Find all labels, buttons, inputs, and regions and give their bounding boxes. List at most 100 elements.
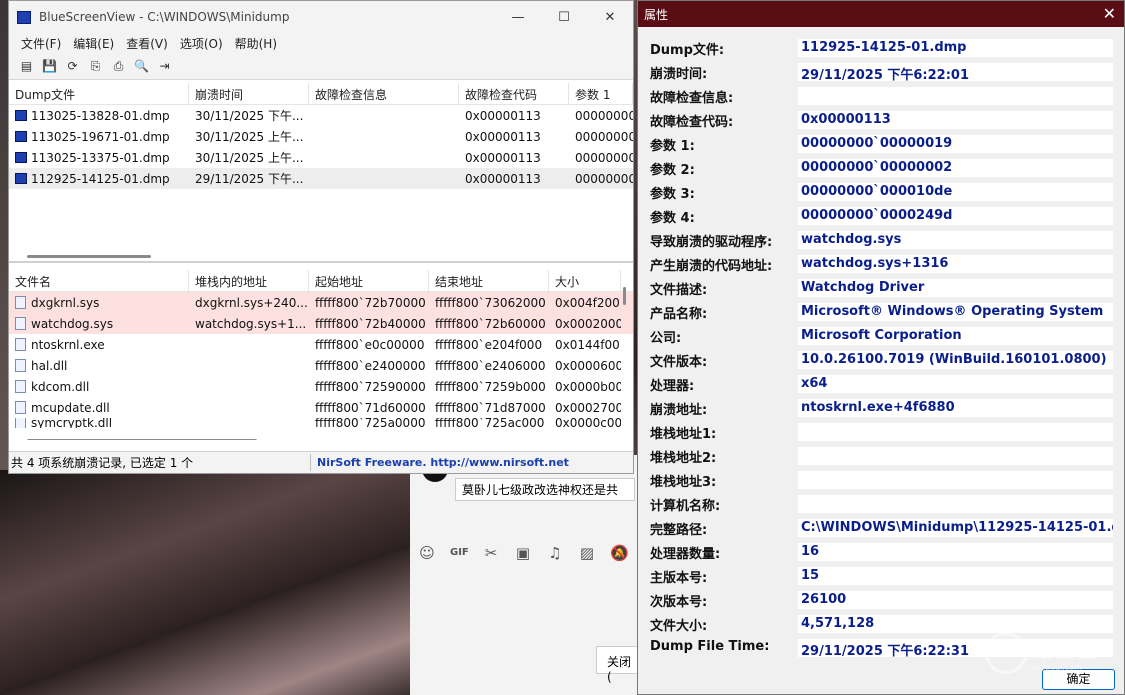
end-address: fffff800`71d87000	[435, 400, 546, 415]
properties-title-bar: 属性 ✕	[638, 1, 1124, 27]
table-row[interactable]: 113025-19671-01.dmp 30/11/2025 上午... 0x0…	[9, 126, 633, 147]
property-value-field[interactable]: Watchdog Driver	[798, 279, 1113, 297]
property-label: 文件大小:	[650, 619, 708, 634]
table-row[interactable]: mcupdate.dll fffff800`71d60000 fffff800`…	[9, 397, 633, 418]
crash-time: 30/11/2025 下午...	[195, 109, 304, 123]
close-button[interactable]: ✕	[587, 1, 633, 33]
end-address: fffff800`725ac000	[435, 418, 545, 428]
properties-icon[interactable]: ▤	[17, 57, 36, 76]
property-value-field[interactable]: 00000000`00000019	[798, 135, 1113, 153]
property-value-field[interactable]	[798, 471, 1113, 489]
table-row[interactable]: 113025-13828-01.dmp 30/11/2025 下午... 0x0…	[9, 105, 633, 126]
table-row-highlighted[interactable]: watchdog.sys watchdog.sys+1... fffff800`…	[9, 313, 633, 334]
driver-filename: dxgkrnl.sys	[31, 295, 100, 310]
dump-filename: 113025-13375-01.dmp	[31, 150, 170, 165]
image-icon[interactable]: ▨	[578, 544, 596, 562]
maximize-button[interactable]: ☐	[541, 1, 587, 33]
property-value-field[interactable]: Microsoft Corporation	[798, 327, 1113, 345]
property-value-field[interactable]: watchdog.sys+1316	[798, 255, 1113, 273]
property-value-field[interactable]: 00000000`0000249d	[798, 207, 1113, 225]
property-value-field[interactable]	[798, 495, 1113, 513]
property-value-field[interactable]: ntoskrnl.exe+4f6880	[798, 399, 1113, 417]
property-row: 参数 4: 00000000`0000249d	[638, 206, 1124, 230]
report-icon[interactable]: ⎙	[109, 57, 128, 76]
menu-help[interactable]: 帮助(H)	[229, 33, 283, 53]
exit-icon[interactable]: ⇥	[155, 57, 174, 76]
dump-filename: 112925-14125-01.dmp	[31, 171, 170, 186]
param1: 000000000	[575, 171, 633, 186]
col-dump-file[interactable]: Dump文件	[9, 83, 189, 104]
property-value-field[interactable]: 29/11/2025 下午6:22:01	[798, 63, 1113, 81]
gif-icon[interactable]: GIF	[450, 544, 469, 562]
property-value-field[interactable]: 0x00000113	[798, 111, 1113, 129]
property-label: 崩溃时间:	[650, 67, 708, 82]
mute-icon[interactable]: 🔕	[610, 544, 629, 562]
horizontal-scrollbar[interactable]	[27, 439, 257, 440]
col-stack-address[interactable]: 堆栈内的地址	[189, 270, 309, 291]
table-row-highlighted[interactable]: dxgkrnl.sys dxgkrnl.sys+240... fffff800`…	[9, 292, 633, 313]
scissors-icon[interactable]: ✂	[482, 544, 500, 562]
property-label: 故障检查信息:	[650, 91, 734, 106]
size: 0x0002000	[555, 316, 621, 331]
property-value-field[interactable]: 112925-14125-01.dmp	[798, 39, 1113, 57]
property-value-field[interactable]	[798, 87, 1113, 105]
driver-filename: mcupdate.dll	[31, 400, 110, 415]
horizontal-scrollbar[interactable]	[27, 255, 151, 258]
refresh-icon[interactable]: ⟳	[63, 57, 82, 76]
col-crash-time[interactable]: 崩溃时间	[189, 83, 309, 104]
table-row[interactable]: hal.dll fffff800`e2400000 fffff800`e2406…	[9, 355, 633, 376]
col-start-address[interactable]: 起始地址	[309, 270, 429, 291]
col-param1[interactable]: 参数 1	[569, 83, 633, 104]
property-value-field[interactable]: 00000000`000010de	[798, 183, 1113, 201]
property-value-field[interactable]: 15	[798, 567, 1113, 585]
crash-time: 29/11/2025 下午...	[195, 172, 304, 186]
vertical-scrollbar[interactable]	[623, 287, 626, 305]
property-value-field[interactable]	[798, 447, 1113, 465]
menu-edit[interactable]: 编辑(E)	[67, 33, 120, 53]
property-value-field[interactable]: 16	[798, 543, 1113, 561]
menu-options[interactable]: 选项(O)	[174, 33, 229, 53]
col-size[interactable]: 大小	[549, 270, 621, 291]
property-label: 完整路径:	[650, 523, 708, 538]
property-row: 公司: Microsoft Corporation	[638, 326, 1124, 350]
property-row: 参数 1: 00000000`00000019	[638, 134, 1124, 158]
size: 0x0002700	[555, 400, 621, 415]
property-row: 主版本号: 15	[638, 566, 1124, 590]
property-value-field[interactable]: 26100	[798, 591, 1113, 609]
property-label: 导致崩溃的驱动程序:	[650, 235, 773, 250]
music-icon[interactable]: ♫	[546, 544, 564, 562]
property-value-field[interactable]: 4,571,128	[798, 615, 1113, 633]
menu-file[interactable]: 文件(F)	[15, 33, 67, 53]
nirsoft-link[interactable]: NirSoft Freeware. http://www.nirsoft.net	[311, 456, 569, 469]
table-row[interactable]: kdcom.dll fffff800`72590000 fffff800`725…	[9, 376, 633, 397]
property-value-field[interactable]: watchdog.sys	[798, 231, 1113, 249]
table-row[interactable]: ntoskrnl.exe fffff800`e0c00000 fffff800`…	[9, 334, 633, 355]
driver-filename: hal.dll	[31, 358, 68, 373]
col-bugcheck-string[interactable]: 故障检查信息	[309, 83, 459, 104]
col-end-address[interactable]: 结束地址	[429, 270, 549, 291]
property-label: Dump File Time:	[650, 639, 770, 654]
app-icon	[17, 10, 31, 24]
save-icon[interactable]: 💾	[40, 57, 59, 76]
folder-icon[interactable]: ▣	[514, 544, 532, 562]
find-icon[interactable]: 🔍	[132, 57, 151, 76]
col-filename[interactable]: 文件名	[9, 270, 189, 291]
table-row[interactable]: symcryptk.dll fffff800`725a0000 fffff800…	[9, 418, 633, 428]
close-icon[interactable]: ✕	[1103, 4, 1116, 23]
emoji-icon[interactable]: ☺	[418, 544, 436, 562]
property-value-field[interactable]: 00000000`00000002	[798, 159, 1113, 177]
col-bugcheck-code[interactable]: 故障检查代码	[459, 83, 569, 104]
property-value-field[interactable]	[798, 423, 1113, 441]
minimize-button[interactable]: —	[495, 1, 541, 33]
property-value-field[interactable]: x64	[798, 375, 1113, 393]
menu-view[interactable]: 查看(V)	[120, 33, 174, 53]
table-row[interactable]: 113025-13375-01.dmp 30/11/2025 上午... 0x0…	[9, 147, 633, 168]
table-row-selected[interactable]: 112925-14125-01.dmp 29/11/2025 下午... 0x0…	[9, 168, 633, 189]
property-value-field[interactable]: Microsoft® Windows® Operating System	[798, 303, 1113, 321]
start-address: fffff800`725a0000	[315, 418, 426, 428]
property-value-field[interactable]: C:\WINDOWS\Minidump\112925-14125-01.dmp	[798, 519, 1113, 537]
property-value-field[interactable]: 10.0.26100.7019 (WinBuild.160101.0800)	[798, 351, 1113, 369]
property-label: 产生崩溃的代码地址:	[650, 259, 773, 274]
copy-icon[interactable]: ⎘	[86, 57, 105, 76]
driver-file-icon	[15, 418, 26, 428]
